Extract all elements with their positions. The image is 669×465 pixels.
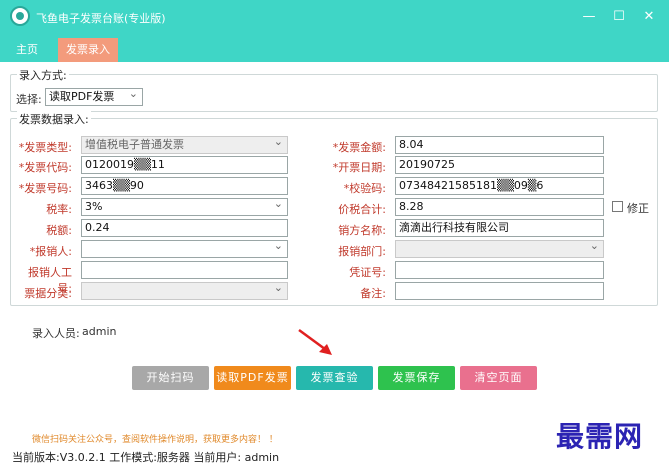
clear-page-button[interactable]: 清空页面 (460, 366, 537, 390)
close-button[interactable]: ✕ (640, 8, 658, 26)
receipt-category-label: 票据分类: (24, 287, 72, 300)
issue-date-label: *开票日期: (332, 161, 386, 174)
start-scan-button[interactable]: 开始扫码 (132, 366, 209, 390)
maximize-button[interactable]: ☐ (610, 8, 628, 26)
status-bar: 当前版本:V3.0.2.1 工作模式:服务器 当前用户: admin (12, 451, 280, 464)
voucher-number-input[interactable] (395, 261, 604, 279)
notice-text: 微信扫码关注公众号，查阅软件操作说明，获取更多内容！ ！ (32, 435, 278, 445)
watermark-logo: 最需网 (556, 420, 644, 453)
save-invoice-button[interactable]: 发票保存 (378, 366, 455, 390)
tab-home[interactable]: 主页 (8, 38, 46, 62)
seller-name-label: 销方名称: (338, 224, 386, 237)
pointer-arrow-icon (298, 328, 332, 355)
entry-mode-legend: 录入方式: (17, 67, 69, 83)
invoice-code-input[interactable]: 0120019▒▒11 (81, 156, 288, 174)
invoice-type-label: *发票类型: (18, 141, 72, 154)
entry-mode-select[interactable]: 读取PDF发票 (45, 88, 143, 106)
operator-value: admin (82, 325, 117, 338)
invoice-number-label: *发票号码: (18, 182, 72, 195)
total-with-tax-input[interactable]: 8.28 (395, 198, 604, 216)
tax-amount-input[interactable]: 0.24 (81, 219, 288, 237)
remarks-input[interactable] (395, 282, 604, 300)
reimburser-id-input[interactable] (81, 261, 288, 279)
tax-rate-select[interactable]: 3% (81, 198, 288, 216)
issue-date-input[interactable]: 20190725 (395, 156, 604, 174)
invoice-amount-label: *发票金额: (332, 141, 386, 154)
modify-label: 修正 (627, 202, 649, 215)
verify-invoice-button[interactable]: 发票查验 (296, 366, 373, 390)
department-label: 报销部门: (338, 245, 386, 258)
voucher-number-label: 凭证号: (349, 266, 386, 279)
remarks-label: 备注: (360, 287, 386, 300)
total-with-tax-label: 价税合计: (338, 203, 386, 216)
check-code-label: *校验码: (343, 182, 386, 195)
read-pdf-button[interactable]: 读取PDF发票 (214, 366, 291, 390)
tab-invoice-entry[interactable]: 发票录入 (58, 38, 118, 62)
nav-bar: 主页 发票录入 (0, 36, 669, 62)
tax-rate-label: 税率: (46, 203, 72, 216)
check-code-input[interactable]: 07348421585181▒▒09▒6 (395, 177, 604, 195)
seller-name-input[interactable]: 滴滴出行科技有限公司 (395, 219, 604, 237)
title-bar: 飞鱼电子发票台账(专业版) — ☐ ✕ (0, 0, 669, 36)
invoice-code-label: *发票代码: (18, 161, 72, 174)
invoice-amount-input[interactable]: 8.04 (395, 136, 604, 154)
invoice-data-legend: 发票数据录入: (17, 111, 91, 127)
invoice-number-input[interactable]: 3463▒▒90 (81, 177, 288, 195)
reimburser-label: *报销人: (29, 245, 72, 258)
operator-label: 录入人员: (32, 327, 80, 340)
tax-amount-label: 税额: (46, 224, 72, 237)
invoice-type-select[interactable]: 增值税电子普通发票 (81, 136, 288, 154)
modify-checkbox[interactable] (612, 201, 623, 212)
minimize-button[interactable]: — (580, 8, 598, 26)
reimburser-select[interactable] (81, 240, 288, 258)
window-title: 飞鱼电子发票台账(专业版) (36, 12, 166, 25)
department-select[interactable] (395, 240, 604, 258)
receipt-category-select[interactable] (81, 282, 288, 300)
entry-mode-select-label: 选择: (16, 93, 42, 106)
app-logo-icon (10, 6, 30, 26)
